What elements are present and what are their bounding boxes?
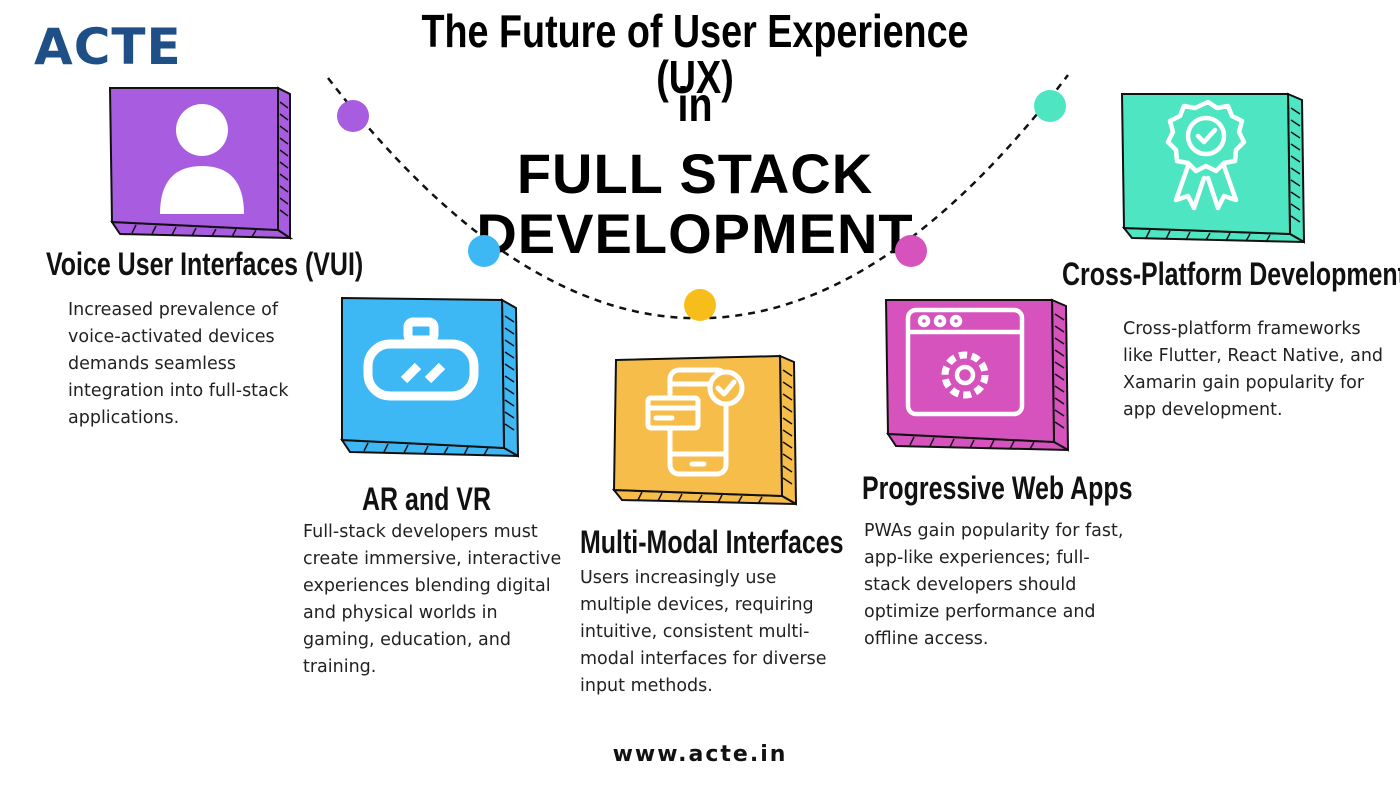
dot-magenta xyxy=(895,235,927,267)
multi-modal-heading: Multi-Modal Interfaces xyxy=(580,524,844,560)
cross-platform-card xyxy=(1120,92,1306,244)
vui-card xyxy=(108,86,294,240)
dot-yellow xyxy=(684,289,716,321)
multi-modal-description: Users increasingly use multiple devices,… xyxy=(580,568,827,696)
vui-description: Increased prevalence of voice-activated … xyxy=(68,300,289,428)
arc-path xyxy=(327,74,1069,320)
ar-vr-heading: AR and VR xyxy=(362,481,491,517)
dot-purple xyxy=(337,100,369,132)
ar-vr-card xyxy=(340,296,520,458)
dot-teal xyxy=(1034,90,1066,122)
vui-heading: Voice User Interfaces (VUI) xyxy=(46,246,364,282)
pwa-card xyxy=(884,298,1070,452)
multi-modal-card xyxy=(612,354,798,506)
footer-url[interactable]: www.acte.in xyxy=(0,742,1400,767)
cross-platform-description: Cross-platform frameworks like Flutter, … xyxy=(1123,319,1384,420)
ar-vr-description: Full-stack developers must create immers… xyxy=(303,522,562,677)
cross-platform-heading: Cross-Platform Development xyxy=(1062,256,1400,292)
dot-blue xyxy=(468,235,500,267)
pwa-heading: Progressive Web Apps xyxy=(862,470,1133,506)
pwa-description: PWAs gain popularity for fast, app-like … xyxy=(864,521,1124,649)
